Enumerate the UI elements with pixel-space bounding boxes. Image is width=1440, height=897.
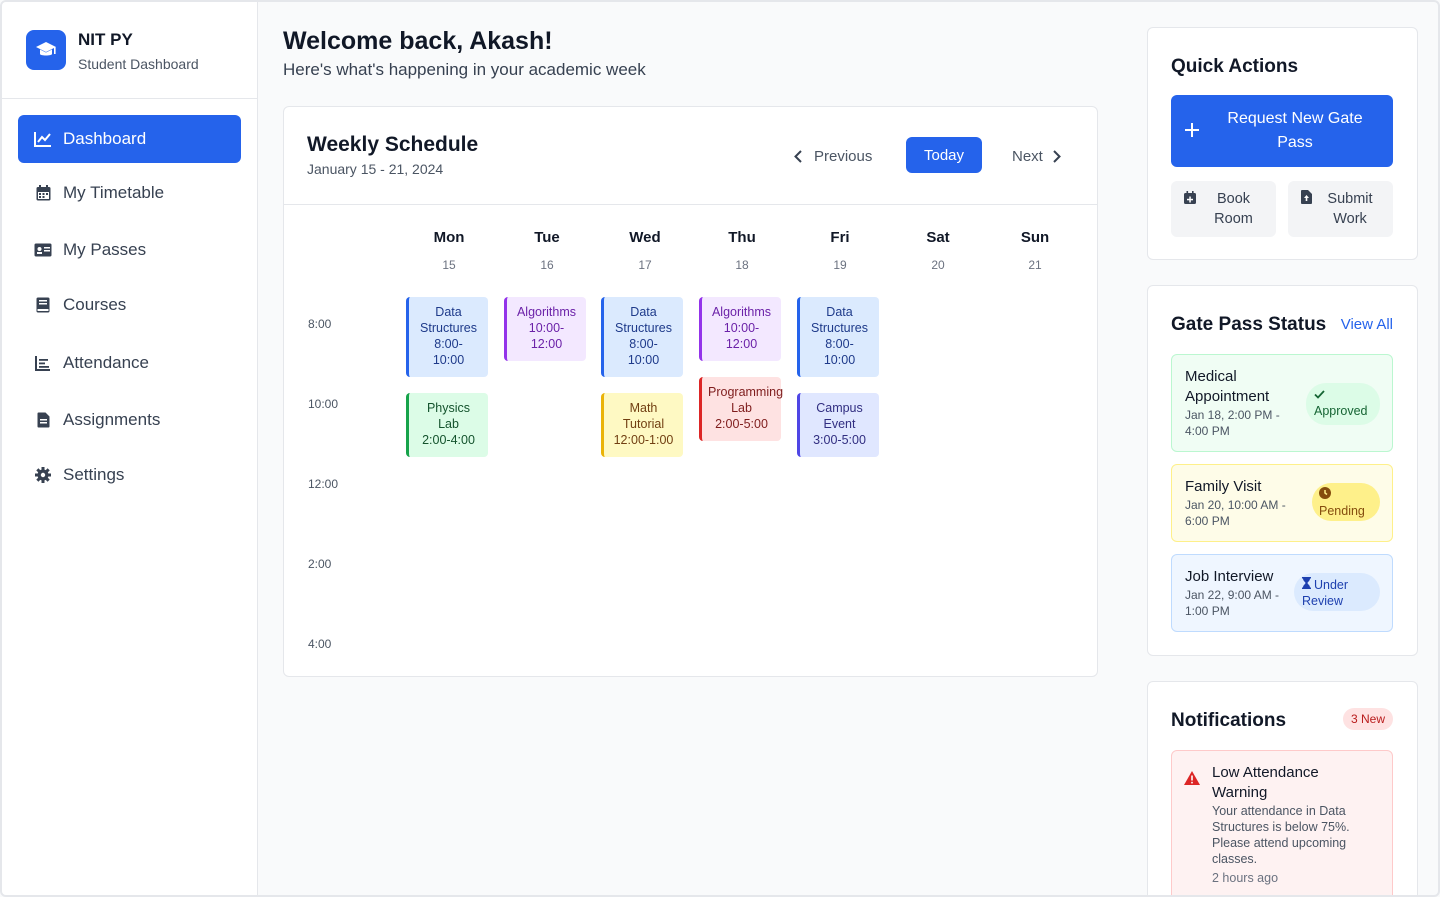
gate-pass-time: Jan 18, 2:00 PM - 4:00 PM [1185, 408, 1280, 438]
submit-work-label: Submit Work [1327, 191, 1373, 227]
book-room-label: Book Room [1214, 191, 1253, 227]
event-campus-event-fri[interactable]: Campus Event 3:00-5:00 [797, 393, 879, 457]
file-icon [34, 411, 52, 429]
time-label: 12:00 [308, 477, 339, 491]
event-programming-lab-thu[interactable]: Programming Lab 2:00-5:00 [699, 377, 783, 441]
notifications-card: Notifications 3 New Low Attendance Warni… [1147, 681, 1418, 895]
notification-body: Your attendance in Data Structures is be… [1212, 804, 1350, 866]
day-header-mon: Mon 15 [433, 229, 465, 272]
chart-line-icon [34, 130, 52, 148]
gate-pass-item[interactable]: Medical Appointment Jan 18, 2:00 PM - 4:… [1171, 354, 1393, 452]
sidebar-item-passes[interactable]: My Passes [18, 226, 241, 274]
quick-actions-title: Quick Actions [1171, 56, 1299, 77]
gate-pass-item[interactable]: Family Visit Jan 20, 10:00 AM - 6:00 PM … [1171, 464, 1393, 542]
gate-pass-item[interactable]: Job Interview Jan 22, 9:00 AM - 1:00 PM … [1171, 554, 1393, 632]
gate-pass-title: Family Visit [1185, 478, 1262, 495]
event-algorithms-thu[interactable]: Algorithms 10:00-12:00 [699, 297, 781, 361]
notification-item[interactable]: Low Attendance Warning Your attendance i… [1171, 750, 1393, 895]
sidebar-item-label: My Timetable [63, 183, 165, 202]
gate-pass-time: Jan 22, 9:00 AM - 1:00 PM [1185, 588, 1280, 618]
schedule-title: Weekly Schedule [307, 133, 479, 156]
day-header-fri: Fri 19 [830, 229, 850, 272]
app-frame: NIT PY Student Dashboard Dashboard My Ti… [0, 0, 1440, 897]
sidebar-item-settings[interactable]: Settings [18, 451, 241, 499]
schedule-date-range: January 15 - 21, 2024 [307, 161, 444, 177]
submit-work-button[interactable]: Submit Work [1288, 181, 1393, 237]
sidebar-item-label: Attendance [63, 353, 150, 372]
sidebar-item-dashboard[interactable]: Dashboard [18, 115, 241, 163]
gate-pass-time: Jan 20, 10:00 AM - 6:00 PM [1185, 498, 1286, 528]
weekly-schedule-card: Weekly Schedule January 15 - 21, 2024 Pr… [283, 106, 1098, 677]
plus-icon [1185, 117, 1199, 142]
chart-bar-icon [34, 354, 52, 372]
gear-icon [34, 466, 52, 484]
day-header-sun: Sun 21 [1020, 229, 1050, 272]
quick-actions-card: Quick Actions Request New Gate Pass Book… [1147, 27, 1418, 260]
brand-name: NIT PY [78, 30, 133, 49]
event-data-structures-mon[interactable]: Data Structures 8:00-10:00 [406, 297, 488, 377]
page-subtitle: Here's what's happening in your academic… [283, 60, 646, 79]
graduation-cap-icon [26, 30, 66, 70]
id-card-icon [34, 241, 52, 259]
calendar-icon [34, 184, 52, 202]
notification-time: 2 hours ago [1212, 871, 1279, 885]
sidebar-item-timetable[interactable]: My Timetable [18, 169, 241, 217]
check-icon [1314, 387, 1372, 403]
book-icon [34, 296, 52, 314]
status-badge-pending: Pending [1312, 483, 1380, 521]
previous-label: Previous [814, 147, 873, 165]
previous-week-button[interactable]: Previous [794, 139, 872, 173]
sidebar-item-label: Assignments [63, 410, 161, 429]
page-title: Welcome back, Akash! [283, 27, 553, 55]
time-label: 2:00 [308, 557, 332, 571]
sidebar: NIT PY Student Dashboard Dashboard My Ti… [2, 2, 258, 895]
gate-pass-title: Medical Appointment [1185, 368, 1270, 405]
chevron-right-icon [1053, 149, 1061, 163]
day-header-thu: Thu 18 [728, 229, 756, 272]
new-count-badge: 3 New [1342, 708, 1393, 730]
chevron-left-icon [794, 149, 802, 163]
day-header-tue: Tue 16 [534, 229, 560, 272]
hourglass-icon [1302, 577, 1311, 593]
notifications-title: Notifications [1171, 710, 1287, 731]
request-gate-pass-label: Request New Gate Pass [1227, 110, 1363, 151]
today-button[interactable]: Today [906, 137, 982, 173]
sidebar-item-courses[interactable]: Courses [18, 281, 241, 329]
sidebar-item-label: Courses [63, 295, 127, 314]
event-math-tutorial-wed[interactable]: Math Tutorial 12:00-1:00 [601, 393, 683, 457]
calendar-plus-icon [1183, 190, 1196, 210]
sidebar-item-attendance[interactable]: Attendance [18, 339, 241, 387]
warning-icon [1184, 771, 1200, 790]
view-all-link[interactable]: View All [1341, 316, 1393, 333]
clock-icon [1319, 487, 1373, 503]
next-week-button[interactable]: Next [1012, 139, 1061, 173]
event-algorithms-tue[interactable]: Algorithms 10:00-12:00 [504, 297, 586, 361]
sidebar-item-label: Settings [63, 465, 125, 484]
time-label: 10:00 [308, 397, 339, 411]
time-label: 4:00 [308, 637, 332, 651]
gate-pass-title: Job Interview [1185, 568, 1274, 585]
book-room-button[interactable]: Book Room [1171, 181, 1276, 237]
event-data-structures-fri[interactable]: Data Structures 8:00-10:00 [797, 297, 879, 377]
day-header-sat: Sat 20 [926, 229, 950, 272]
status-badge-under-review: Under Review [1294, 573, 1380, 611]
day-header-wed: Wed 17 [629, 229, 661, 272]
brand-subtitle: Student Dashboard [78, 56, 199, 72]
request-gate-pass-button[interactable]: Request New Gate Pass [1171, 95, 1393, 167]
status-badge-approved: Approved [1306, 383, 1380, 425]
sidebar-item-label: Dashboard [63, 129, 147, 148]
next-label: Next [1012, 147, 1043, 165]
sidebar-item-label: My Passes [63, 240, 147, 259]
gate-pass-status-card: Gate Pass Status View All Medical Appoin… [1147, 285, 1418, 656]
file-upload-icon [1301, 190, 1312, 210]
schedule-header: Weekly Schedule January 15 - 21, 2024 Pr… [284, 107, 1097, 205]
brand-header: NIT PY Student Dashboard [2, 2, 257, 99]
notification-title: Low Attendance Warning [1212, 764, 1319, 801]
sidebar-item-assignments[interactable]: Assignments [18, 396, 241, 444]
event-data-structures-wed[interactable]: Data Structures 8:00-10:00 [601, 297, 683, 377]
gate-pass-title: Gate Pass Status [1171, 314, 1327, 335]
time-label: 8:00 [308, 317, 332, 331]
event-physics-lab-mon[interactable]: Physics Lab 2:00-4:00 [406, 393, 488, 457]
